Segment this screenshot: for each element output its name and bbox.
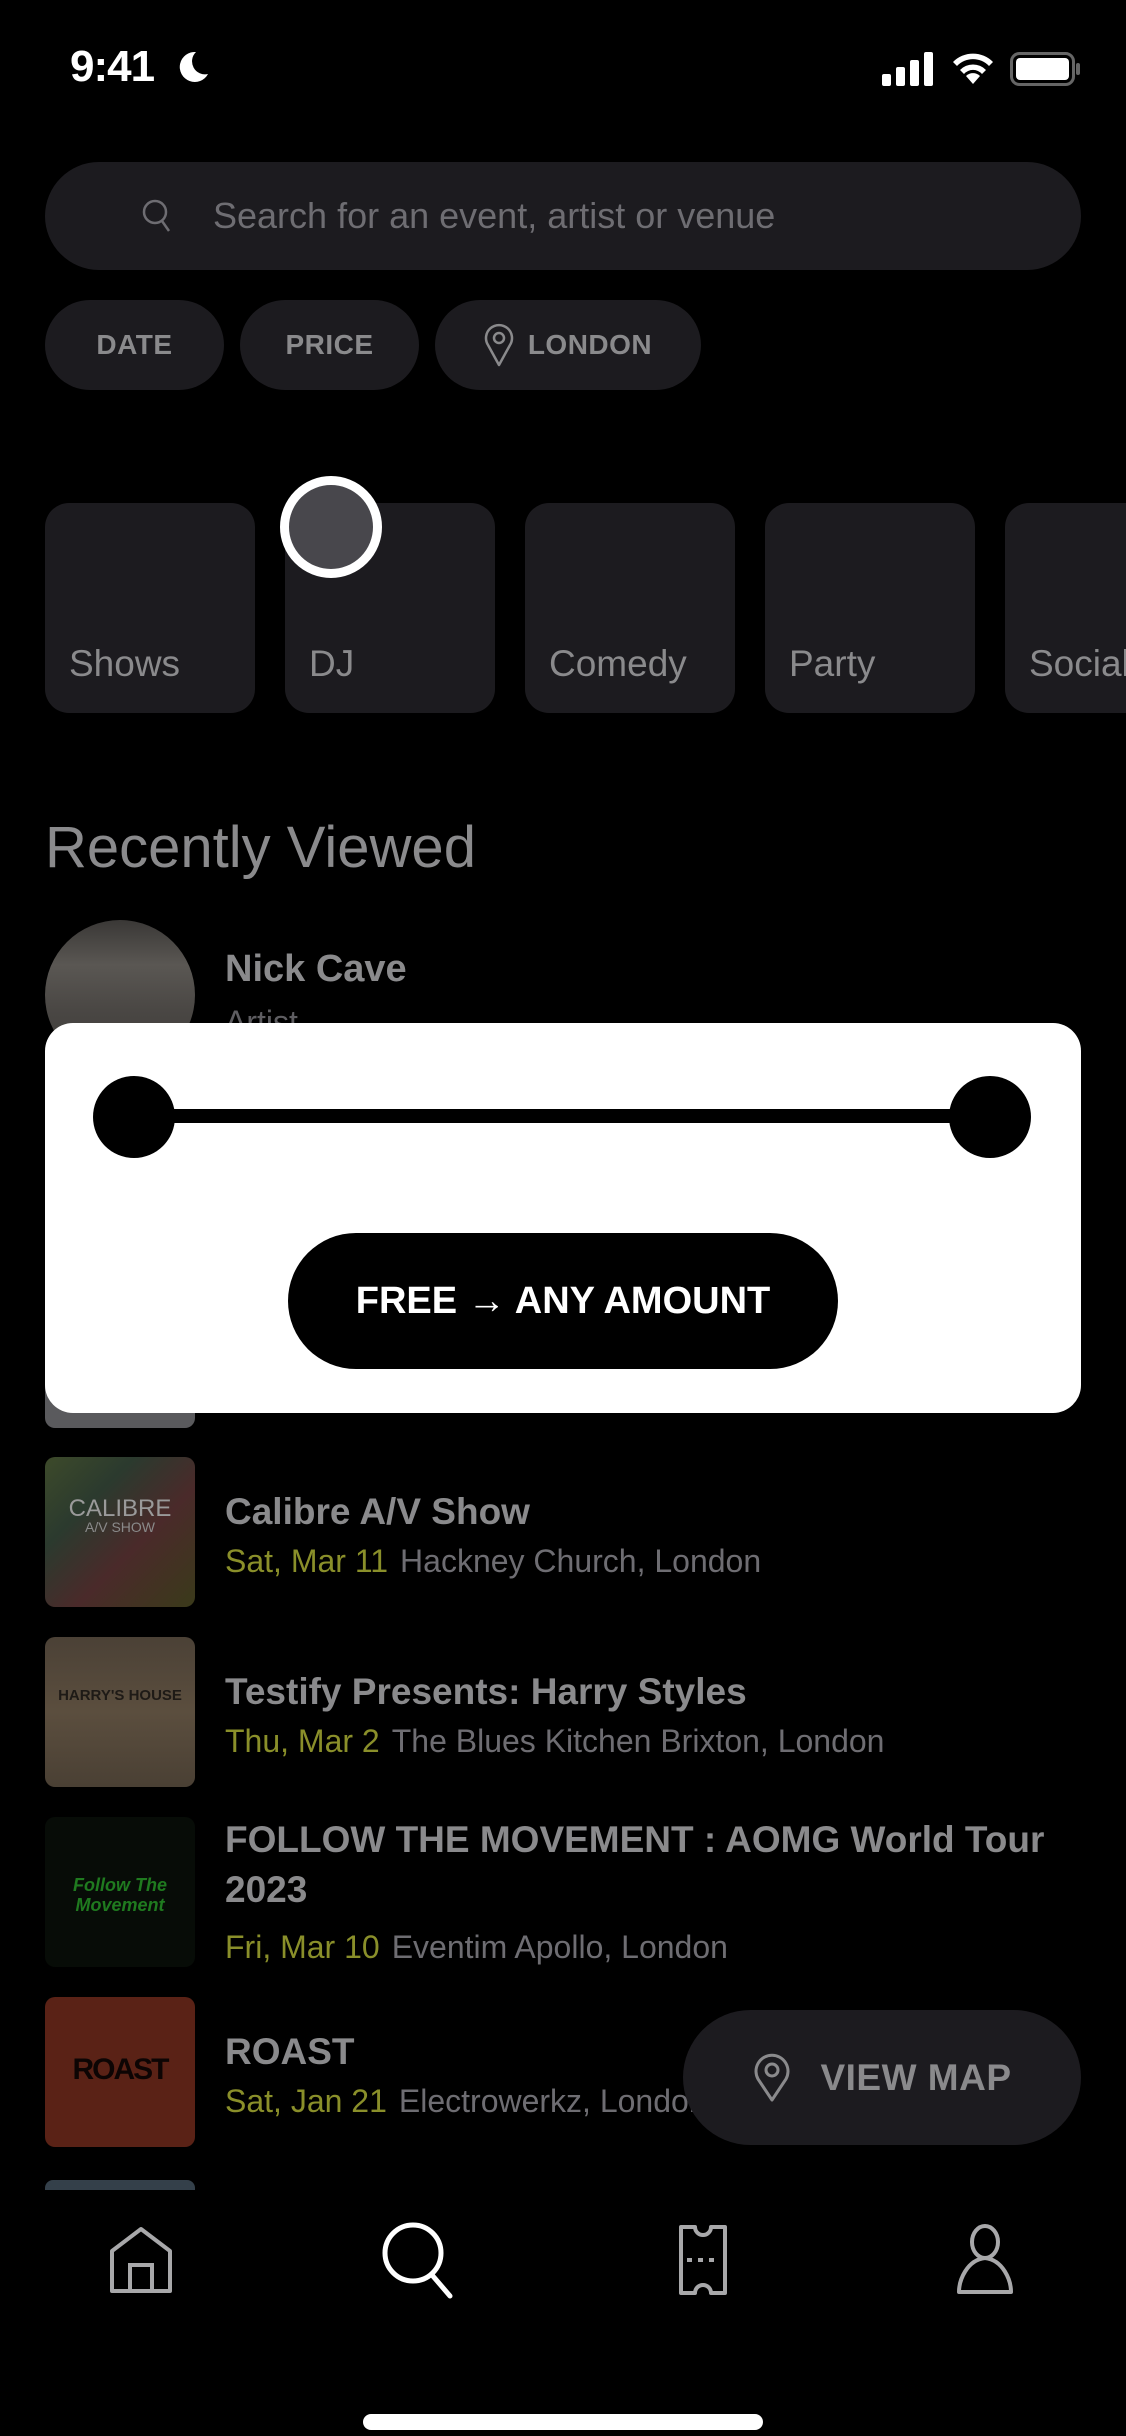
category-label: Social: [1029, 643, 1126, 684]
event-meta: Fri, Mar 10 Eventim Apollo, London: [225, 1929, 728, 1966]
event-thumbnail: Follow The Movement: [45, 1817, 195, 1967]
search-input[interactable]: [213, 162, 1053, 270]
event-venue: Eventim Apollo, London: [391, 1929, 728, 1965]
event-date: Sat, Mar 11: [225, 1543, 389, 1579]
category-carousel[interactable]: Shows DJ Comedy Party Social: [45, 503, 1126, 713]
ticket-icon: [679, 2225, 727, 2295]
price-filter-label: PRICE: [285, 329, 374, 360]
battery-icon: [1010, 52, 1080, 86]
event-meta: Sat, Mar 11 Hackney Church, London: [225, 1543, 761, 1580]
location-filter-label: LONDON: [527, 329, 653, 360]
view-map-button[interactable]: VIEW MAP: [683, 2010, 1081, 2145]
thumbnail-subtext: A/V SHOW: [84, 1519, 155, 1535]
artist-name: Nick Cave: [225, 948, 407, 990]
tab-search[interactable]: [375, 2215, 465, 2305]
category-label: Party: [789, 643, 876, 684]
event-list-item[interactable]: HARRY'S HOUSE Testify Presents: Harry St…: [45, 1637, 1081, 1787]
map-pin-icon: [755, 2053, 790, 2101]
search-icon: [382, 2222, 453, 2299]
event-title: Calibre A/V Show: [225, 1491, 530, 1532]
touch-indicator: [280, 476, 382, 578]
cellular-signal-icon: [882, 52, 933, 86]
thumbnail-text: HARRY'S HOUSE: [58, 1687, 182, 1704]
date-filter-chip[interactable]: DATE: [45, 300, 224, 390]
category-card-party[interactable]: Party: [765, 503, 975, 713]
tab-bar: [0, 2195, 1126, 2315]
tab-home[interactable]: [96, 2215, 186, 2305]
tab-profile[interactable]: [940, 2215, 1030, 2305]
category-card-shows[interactable]: Shows: [45, 503, 255, 713]
event-date: Sat, Jan 21: [225, 2083, 387, 2119]
status-bar: 9:41: [0, 0, 1126, 140]
event-date: Fri, Mar 10: [225, 1929, 380, 1965]
category-card-comedy[interactable]: Comedy: [525, 503, 735, 713]
location-filter-chip[interactable]: LONDON: [435, 300, 701, 390]
event-thumbnail: HARRY'S HOUSE: [45, 1637, 195, 1787]
view-map-label: VIEW MAP: [820, 2056, 1012, 2098]
event-venue: Hackney Church, London: [400, 1543, 762, 1579]
event-list-item[interactable]: Follow The Movement FOLLOW THE MOVEMENT …: [45, 1817, 1081, 1967]
event-venue: The Blues Kitchen Brixton, London: [391, 1723, 885, 1759]
category-label: DJ: [309, 643, 355, 684]
event-list-item[interactable]: CALIBRE A/V SHOW Calibre A/V Show Sat, M…: [45, 1457, 1081, 1607]
search-icon: [142, 199, 171, 232]
thumbnail-text: Follow The Movement: [73, 1875, 167, 1915]
category-card-social[interactable]: Social: [1005, 503, 1126, 713]
thumbnail-text: ROAST: [72, 2053, 170, 2086]
price-filter-chip[interactable]: PRICE: [240, 300, 419, 390]
event-title: FOLLOW THE MOVEMENT : AOMG World Tour 20…: [225, 1819, 1045, 1910]
home-indicator[interactable]: [363, 2414, 763, 2430]
filter-chips: DATE PRICE LONDON: [45, 300, 701, 390]
moon-icon: [179, 51, 208, 82]
event-venue: Electrowerkz, London: [398, 2083, 707, 2119]
event-title: Testify Presents: Harry Styles: [225, 1671, 747, 1712]
price-range-modal: FREE → ANY AMOUNT: [45, 1023, 1081, 1413]
apply-price-range-button[interactable]: FREE → ANY AMOUNT: [288, 1233, 838, 1369]
recently-viewed-title: Recently Viewed: [45, 815, 476, 880]
event-meta: Thu, Mar 2 The Blues Kitchen Brixton, Lon…: [225, 1723, 884, 1760]
date-filter-label: DATE: [96, 329, 173, 360]
profile-icon: [957, 2224, 1013, 2294]
event-meta: Sat, Jan 21 Electrowerkz, London: [225, 2083, 707, 2120]
status-time: 9:41: [70, 42, 155, 91]
category-label: Shows: [69, 643, 181, 684]
event-thumbnail: CALIBRE A/V SHOW: [45, 1457, 195, 1607]
wifi-icon: [953, 53, 993, 84]
price-slider-track[interactable]: [135, 1109, 995, 1123]
event-date: Thu, Mar 2: [225, 1723, 380, 1759]
event-thumbnail: ROAST: [45, 1997, 195, 2147]
price-slider-min-handle[interactable]: [93, 1076, 175, 1158]
search-bar[interactable]: [45, 162, 1081, 270]
event-thumbnail: [45, 2180, 195, 2190]
price-slider-max-handle[interactable]: [949, 1076, 1031, 1158]
home-icon: [110, 2227, 172, 2293]
location-pin-icon: [484, 323, 513, 367]
category-label: Comedy: [549, 643, 687, 684]
tab-tickets[interactable]: [658, 2215, 748, 2305]
